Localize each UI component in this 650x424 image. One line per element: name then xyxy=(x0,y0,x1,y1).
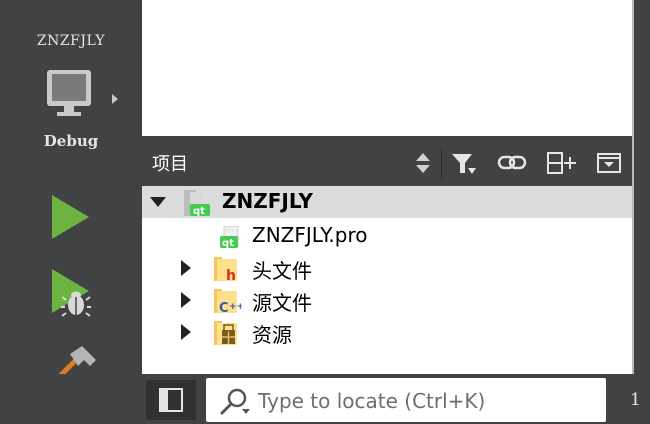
editor-area xyxy=(142,0,632,136)
svg-text:qt: qt xyxy=(193,206,205,217)
resource-folder-icon xyxy=(214,321,237,345)
tree-item-label: 头文件 xyxy=(252,259,312,283)
debug-run-icon xyxy=(52,269,91,317)
target-selector-button[interactable] xyxy=(44,68,126,130)
run-icon xyxy=(52,195,89,239)
run-button[interactable] xyxy=(48,194,92,240)
chevron-right-icon[interactable] xyxy=(180,324,192,340)
sidebar-project-name: ZNZFJLY xyxy=(36,33,106,49)
tree-item-label: 源文件 xyxy=(252,291,312,315)
mode-sidebar: ZNZFJLY Debug xyxy=(0,0,142,424)
tree-item-project-root[interactable]: qt ZNZFJLY xyxy=(142,186,632,218)
view-selector-button[interactable] xyxy=(408,146,438,180)
filter-button[interactable] xyxy=(447,146,481,180)
locator-input[interactable] xyxy=(256,382,600,420)
filter-icon xyxy=(452,154,476,174)
svg-text:qt: qt xyxy=(222,238,234,249)
split-add-icon xyxy=(547,152,576,174)
source-folder-icon: C ++ xyxy=(214,289,242,315)
search-icon xyxy=(220,388,250,415)
toggle-sidebar-button[interactable] xyxy=(146,380,196,420)
locator-box xyxy=(206,378,606,422)
tree-item-sources[interactable]: C ++ 源文件 xyxy=(142,284,632,316)
header-folder-icon: h xyxy=(214,257,237,283)
tree-item-label: ZNZFJLY xyxy=(222,189,313,213)
chevron-right-icon[interactable] xyxy=(180,260,192,276)
tree-item-pro-file[interactable]: qt ZNZFJLY.pro xyxy=(142,220,632,252)
tree-item-headers[interactable]: h 头文件 xyxy=(142,252,632,284)
svg-text:h: h xyxy=(226,268,236,283)
monitor-icon xyxy=(47,70,118,116)
qt-pro-file-icon: qt xyxy=(220,226,239,249)
output-pane-button-1[interactable]: 1 xyxy=(630,390,641,410)
svg-text:C: C xyxy=(219,301,229,315)
qt-project-folder-icon: qt xyxy=(184,190,210,217)
tree-item-label: 资源 xyxy=(252,323,292,347)
debug-run-button[interactable] xyxy=(48,268,96,318)
sidebar-toggle-icon xyxy=(159,388,183,412)
sync-link-button[interactable] xyxy=(495,146,529,180)
build-config-label: Debug xyxy=(43,132,99,150)
right-border xyxy=(632,0,650,424)
right-scroll-edge xyxy=(632,0,634,385)
project-tree: qt ZNZFJLY qt ZNZFJLY.pro h 头文件 C ++ 源文件… xyxy=(142,186,632,374)
toolbar-divider xyxy=(441,148,442,178)
split-button[interactable] xyxy=(544,146,580,180)
close-pane-button[interactable] xyxy=(594,146,624,180)
chevron-down-icon[interactable] xyxy=(150,196,166,208)
projects-pane-title: 项目 xyxy=(152,154,188,175)
link-icon xyxy=(497,155,527,170)
tree-item-label: ZNZFJLY.pro xyxy=(252,223,368,247)
chevron-right-icon[interactable] xyxy=(180,292,192,308)
tree-item-resources[interactable]: 资源 xyxy=(142,316,632,348)
svg-text:++: ++ xyxy=(229,302,242,312)
close-pane-icon xyxy=(597,153,621,173)
sort-updown-icon xyxy=(416,153,430,173)
